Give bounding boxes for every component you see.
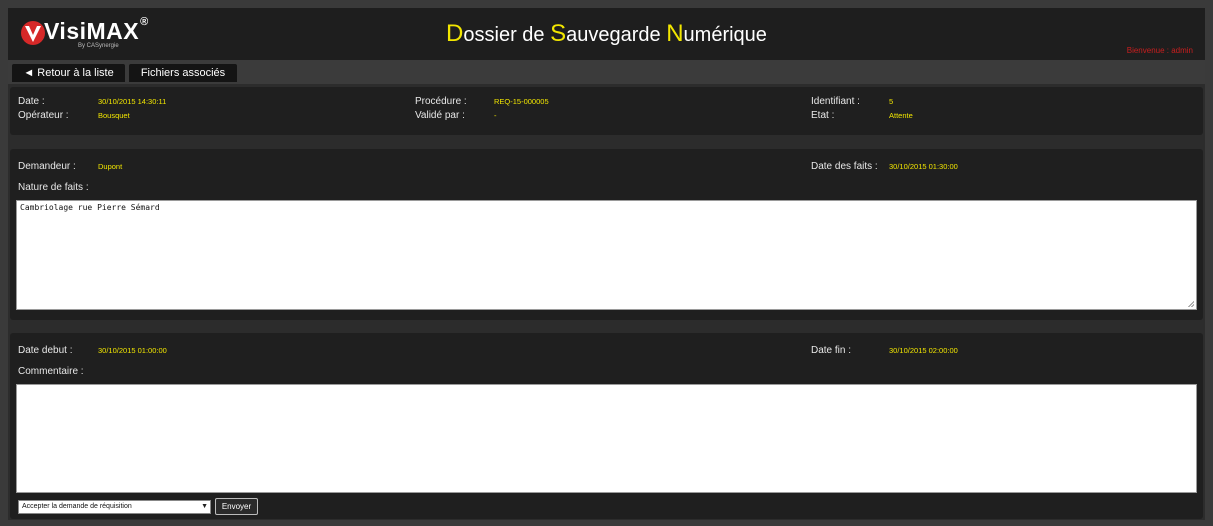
identifier-label: Identifiant : xyxy=(811,96,860,107)
send-button[interactable]: Envoyer xyxy=(215,498,258,515)
dropdown-arrow-icon: ▼ xyxy=(201,503,208,510)
header: VisiMAX® By CASynergie Dossier de Sauveg… xyxy=(8,8,1205,60)
state-value: Attente xyxy=(889,111,913,120)
identifier-value: 5 xyxy=(889,97,894,106)
procedure-value: REQ-15-000005 xyxy=(494,97,549,106)
end-date-value: 30/10/2015 02:00:00 xyxy=(889,346,958,355)
requester-label: Demandeur : xyxy=(18,161,76,172)
page-title: Dossier de Sauvegarde Numérique xyxy=(446,20,767,47)
period-panel: Date debut : 30/10/2015 01:00:00 Date fi… xyxy=(10,333,1203,519)
request-panel: Demandeur : Dupont Date des faits : 30/1… xyxy=(10,149,1203,320)
nature-textarea[interactable]: Cambriolage rue Pierre Sémard xyxy=(16,200,1197,310)
state-label: Etat : xyxy=(811,110,835,121)
resize-handle-icon[interactable] xyxy=(1188,301,1194,307)
back-to-list-tab[interactable]: ◄ Retour à la liste xyxy=(12,64,125,82)
welcome-user-link[interactable]: Bienvenue : admin xyxy=(1127,46,1193,55)
start-date-value: 30/10/2015 01:00:00 xyxy=(98,346,167,355)
nature-label: Nature de faits : xyxy=(18,182,89,193)
comment-label: Commentaire : xyxy=(18,366,84,377)
facts-date-value: 30/10/2015 01:30:00 xyxy=(889,162,958,171)
procedure-label: Procédure : xyxy=(415,96,467,107)
requester-value: Dupont xyxy=(98,162,123,171)
start-date-label: Date debut : xyxy=(18,345,73,356)
date-value: 30/10/2015 14:30:11 xyxy=(98,97,167,106)
app-frame: VisiMAX® By CASynergie Dossier de Sauveg… xyxy=(8,8,1205,520)
comment-textarea[interactable] xyxy=(16,384,1197,493)
record-info-panel: Date : 30/10/2015 14:30:11 Opérateur : B… xyxy=(10,87,1203,135)
decision-select[interactable]: Accepter la demande de réquisition ▼ xyxy=(18,500,211,514)
operator-value: Bousquet xyxy=(98,111,130,120)
validated-by-label: Validé par : xyxy=(415,110,465,121)
tab-bar: ◄ Retour à la liste Fichiers associés xyxy=(8,60,1205,84)
end-date-label: Date fin : xyxy=(811,345,852,356)
validated-by-value: - xyxy=(494,111,497,120)
facts-date-label: Date des faits : xyxy=(811,161,878,172)
associated-files-tab[interactable]: Fichiers associés xyxy=(129,64,237,82)
operator-label: Opérateur : xyxy=(18,110,69,121)
date-label: Date : xyxy=(18,96,45,107)
